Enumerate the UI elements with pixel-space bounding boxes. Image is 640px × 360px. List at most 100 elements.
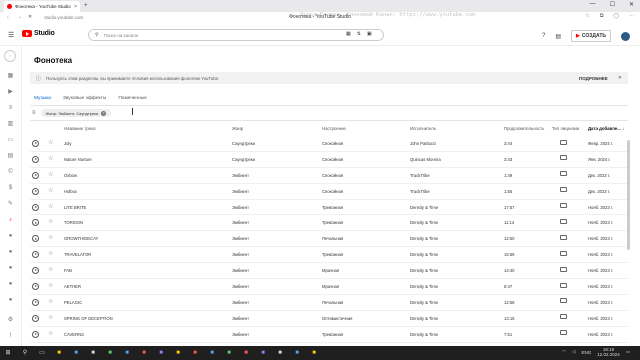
- hamburger-menu-icon[interactable]: ☰: [8, 31, 14, 39]
- taskbar-app-icon-7[interactable]: ■: [157, 349, 165, 357]
- taskbar-app-icon-15[interactable]: ■: [293, 349, 301, 357]
- dashboard-icon[interactable]: ▦: [6, 72, 15, 81]
- help-icon[interactable]: ?: [542, 33, 545, 39]
- taskbar-search-icon[interactable]: ⚲: [21, 349, 29, 357]
- star-icon[interactable]: ☆: [48, 203, 53, 210]
- chip-remove-icon[interactable]: ×: [101, 110, 107, 116]
- learn-more-link[interactable]: ПОДРОБНЕЕ: [579, 76, 608, 81]
- play-icon[interactable]: [32, 171, 39, 179]
- table-row[interactable]: ☆ TRAVELATOR Эмбиент Тревожная Density & Tim…: [30, 247, 628, 264]
- customization-icon[interactable]: ✎: [6, 200, 15, 209]
- task-view-icon[interactable]: ▭: [38, 349, 46, 357]
- table-row[interactable]: ☆ Oxbow Эмбиент Спокойная TrackTribe 1:49 Дек.…: [30, 168, 628, 184]
- license-icon[interactable]: [560, 218, 567, 224]
- analytics-icon[interactable]: ▥: [6, 120, 15, 129]
- table-row[interactable]: ☆ Nature Nurture Саундтреки Спокойная Quinca…: [30, 152, 628, 168]
- col-duration[interactable]: Продолжительность: [504, 126, 544, 131]
- notification-center-icon[interactable]: ▭: [626, 349, 630, 355]
- profile-icon[interactable]: ◯: [613, 13, 619, 19]
- taskbar-app-icon-16[interactable]: ■: [310, 349, 318, 357]
- play-icon[interactable]: [32, 283, 39, 291]
- star-icon[interactable]: ☆: [48, 282, 53, 289]
- license-icon[interactable]: [560, 250, 567, 256]
- playlists-icon[interactable]: ≡: [6, 104, 15, 113]
- license-icon[interactable]: [560, 171, 567, 177]
- play-icon[interactable]: [32, 155, 39, 163]
- table-row[interactable]: ☆ SPRING OF DECEPTION Эмбиент Оптимистичная…: [30, 311, 628, 327]
- taskbar-app-icon-12[interactable]: ■: [242, 349, 250, 357]
- genre-filter-chip[interactable]: Жанр: Эмбиент, Саундтреки ×: [40, 109, 112, 117]
- license-icon[interactable]: [560, 330, 567, 336]
- subtitles-icon[interactable]: ▤: [6, 152, 15, 161]
- start-icon[interactable]: ⊞: [4, 349, 12, 357]
- menu-icon[interactable]: ⋯: [629, 13, 634, 19]
- scrollbar[interactable]: [627, 140, 630, 250]
- play-icon[interactable]: [32, 203, 39, 211]
- play-icon[interactable]: [32, 187, 39, 195]
- extension-icon[interactable]: ▣: [367, 31, 372, 37]
- star-icon[interactable]: ☆: [48, 155, 53, 162]
- taskbar-app-icon-8[interactable]: ■: [174, 349, 182, 357]
- star-icon[interactable]: ☆: [48, 187, 53, 194]
- star-icon[interactable]: ☆: [48, 218, 53, 225]
- table-row[interactable]: ☆ CAVERNS Эмбиент Тревожная Density & Time 7:…: [30, 327, 628, 343]
- col-track[interactable]: Название трека: [64, 126, 96, 131]
- play-icon[interactable]: [32, 235, 39, 243]
- clock[interactable]: 18:19 12.02.2024: [597, 347, 620, 357]
- taskbar-app-icon-6[interactable]: ■: [140, 349, 148, 357]
- create-button[interactable]: ▶ СОЗДАТЬ: [571, 30, 611, 42]
- col-genre[interactable]: Жанр: [232, 126, 243, 131]
- star-icon[interactable]: ☆: [48, 298, 53, 305]
- grid-icon[interactable]: ▦: [346, 31, 351, 37]
- table-row[interactable]: ☆ PELAGIC Эмбиент Печальная Density & Time 12…: [30, 295, 628, 311]
- taskbar-app-icon-5[interactable]: ■: [123, 349, 131, 357]
- star-icon[interactable]: ☆: [48, 139, 53, 146]
- play-icon[interactable]: [32, 330, 39, 338]
- license-icon[interactable]: [560, 234, 567, 240]
- play-icon[interactable]: [32, 267, 39, 275]
- license-icon[interactable]: [560, 314, 567, 320]
- table-row[interactable]: ☆ GROWTH/DECAY Эмбиент Печальная Density & T…: [30, 231, 628, 248]
- license-icon[interactable]: [560, 139, 567, 145]
- license-icon[interactable]: [560, 266, 567, 272]
- star-icon[interactable]: ☆: [48, 266, 53, 273]
- license-icon[interactable]: [560, 155, 567, 161]
- license-icon[interactable]: [560, 203, 567, 209]
- taskbar-app-icon-3[interactable]: ■: [89, 349, 97, 357]
- nav-extra-icon-1[interactable]: ●: [6, 232, 15, 241]
- studio-logo[interactable]: Studio: [22, 30, 55, 37]
- play-icon[interactable]: [32, 251, 39, 259]
- star-icon[interactable]: ☆: [48, 234, 53, 241]
- channel-search-input[interactable]: ⚲ Поиск на канале: [88, 29, 384, 41]
- license-icon[interactable]: [560, 298, 567, 304]
- notice-close-icon[interactable]: ✕: [618, 75, 622, 81]
- play-icon[interactable]: [32, 140, 39, 147]
- nav-extra-icon-4[interactable]: ●: [6, 280, 15, 289]
- table-row[interactable]: ☆ LITE BRITE Эмбиент Тревожная Density & Tim…: [30, 200, 628, 216]
- filter-icon[interactable]: ≡: [32, 110, 36, 116]
- channel-avatar[interactable]: ◔: [4, 50, 16, 62]
- sort-icon[interactable]: ⇅: [357, 31, 361, 37]
- col-license[interactable]: Тип лицензии: [552, 126, 579, 131]
- extensions-icon[interactable]: ⧉: [600, 13, 604, 19]
- taskbar-app-icon-10[interactable]: ■: [208, 349, 216, 357]
- bookmark-icon[interactable]: ☆: [585, 13, 589, 19]
- tab-close-icon[interactable]: ×: [74, 4, 77, 10]
- nav-extra-icon-3[interactable]: ●: [6, 264, 15, 273]
- table-row[interactable]: ☆ Holbox Эмбиент Спокойная TrackTribe 1:55 Дек…: [30, 184, 628, 200]
- copyright-icon[interactable]: ©: [6, 168, 15, 177]
- play-icon[interactable]: [32, 219, 39, 227]
- nav-extra-icon-2[interactable]: ●: [6, 248, 15, 257]
- feedback-icon[interactable]: !: [6, 332, 15, 341]
- star-icon[interactable]: ☆: [48, 171, 53, 178]
- table-row[interactable]: ☆ FAB Эмбиент Мрачная Density & Time 14:40 Ноя…: [30, 263, 628, 280]
- wifi-icon[interactable]: ◠: [562, 349, 566, 355]
- minimize-button[interactable]: —: [590, 1, 596, 8]
- audio-library-icon[interactable]: ♪: [6, 216, 15, 225]
- taskbar-app-icon-4[interactable]: ■: [106, 349, 114, 357]
- comments-icon[interactable]: ▭: [6, 136, 15, 145]
- taskbar-app-icon-9[interactable]: ■: [191, 349, 199, 357]
- nav-extra-icon-5[interactable]: ●: [6, 296, 15, 305]
- play-icon[interactable]: [32, 298, 39, 306]
- table-row[interactable]: ☆ AETHER Эмбиент Мрачная Density & Time 8:47 Н…: [30, 279, 628, 295]
